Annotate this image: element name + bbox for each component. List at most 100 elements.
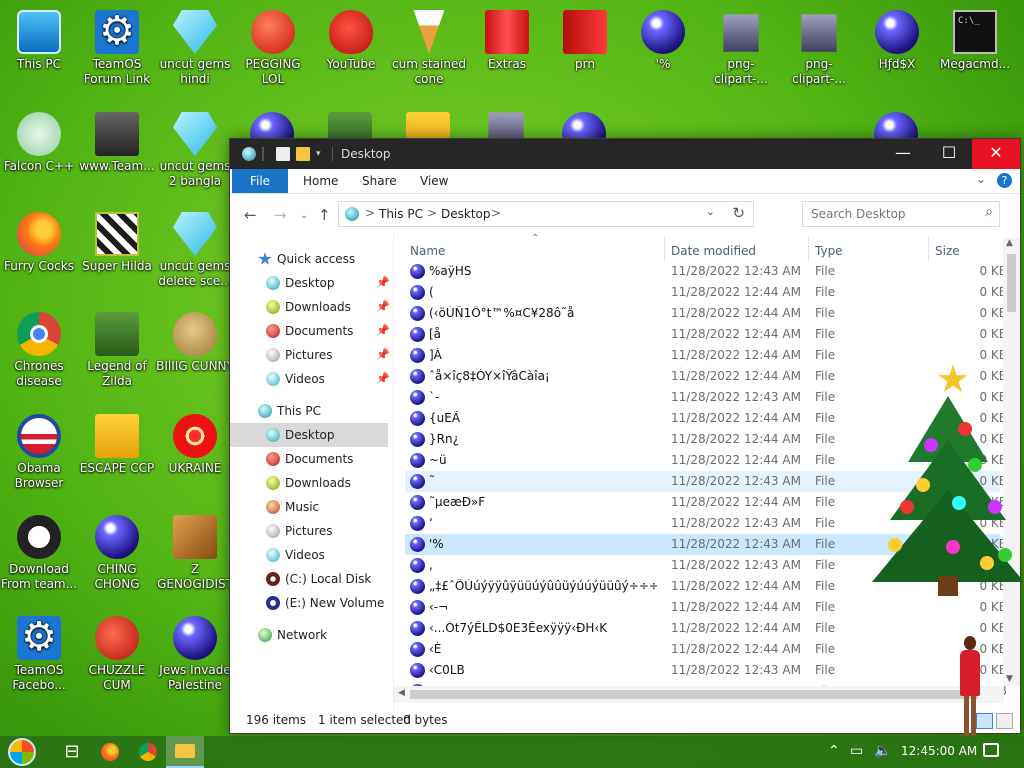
scroll-thumb[interactable] (1007, 254, 1016, 312)
desktop-icon-escape-ccp[interactable]: ESCAPE CCP (78, 414, 156, 476)
file-row[interactable]: (11/28/2022 12:44 AM File 0 KB (405, 282, 1007, 303)
desktop-icon-super-hilda[interactable]: Super Hilda (78, 212, 156, 274)
column-date[interactable]: Date modified (671, 244, 756, 258)
file-row[interactable]: ‹È 11/28/2022 12:44 AM File 0 KB (405, 639, 1007, 660)
desktop-icon-falcon[interactable]: Falcon C++ (0, 112, 78, 174)
desktop-icon-extras[interactable]: Extras (468, 10, 546, 72)
forward-arrow-icon[interactable]: → (274, 206, 287, 224)
close-button[interactable]: ✕ (972, 139, 1020, 169)
tab-home[interactable]: Home (303, 169, 338, 193)
desktop-icon-megacmd[interactable]: Megacmd... (936, 10, 1014, 72)
desktop-icon-pegging[interactable]: PEGGING LOL (234, 10, 312, 87)
nav-pc-documents[interactable]: Documents (230, 447, 390, 471)
desktop-icon-png-clipart-2[interactable]: png-clipart-... (780, 10, 858, 87)
desktop-icon-obama-browser[interactable]: Obama Browser (0, 414, 78, 491)
nav-qa-documents[interactable]: Documents 📌 (230, 319, 390, 343)
column-size[interactable]: Size (935, 244, 960, 258)
desktop-icon-chuzzle[interactable]: CHUZZLE CUM (78, 616, 156, 693)
breadcrumb-separator[interactable]: > (365, 206, 375, 220)
desktop-icon-ukraine[interactable]: UKRAINE (156, 414, 234, 476)
desktop-icon-percent[interactable]: '% (624, 10, 702, 72)
file-row[interactable]: ‹...Òt7ýÊLD$0E3Êexÿÿÿ‹ÐH‹K 11/28/2022 12:… (405, 618, 1007, 639)
desktop-icon-cone[interactable]: cum stained cone (390, 10, 468, 87)
task-view-icon[interactable]: ⊟ (60, 740, 84, 764)
scroll-down-icon[interactable]: ▼ (1006, 674, 1013, 684)
help-button[interactable]: ? (997, 173, 1012, 188)
chevron-down-icon[interactable]: ⌄ (706, 205, 715, 218)
nav-this-pc[interactable]: This PC (230, 399, 390, 423)
nav-qa-pictures[interactable]: Pictures 📌 (230, 343, 390, 367)
chevron-down-icon[interactable]: ▾ (316, 149, 330, 163)
desktop-icon-hfdsx[interactable]: Hƒd$X (858, 10, 936, 72)
breadcrumb-separator[interactable]: > (427, 206, 437, 220)
nav-pc-desktop[interactable]: Desktop (230, 423, 388, 447)
minimize-button[interactable]: — (880, 139, 926, 169)
desktop-icon-uncut-gems-delete[interactable]: uncut gems delete sce... (156, 212, 234, 289)
refresh-icon[interactable]: ↻ (732, 204, 745, 222)
nav-pc-videos[interactable]: Videos (230, 543, 390, 567)
large-icons-view-icon[interactable] (996, 713, 1013, 729)
nav-pc-music[interactable]: Music (230, 495, 390, 519)
file-row[interactable]: ‹C0LB 11/28/2022 12:43 AM File 0 KB (405, 660, 1007, 681)
clock[interactable]: 12:45:00 AM (901, 744, 977, 758)
desktop-icon-ching-chong[interactable]: CHING CHONG (78, 515, 156, 592)
file-row[interactable]: %aÿHS 11/28/2022 12:43 AM File 0 KB (405, 261, 1007, 282)
firefox-icon[interactable] (101, 743, 119, 761)
nav-qa-desktop[interactable]: Desktop 📌 (230, 271, 390, 295)
desktop-icon-png-clipart-1[interactable]: png-clipart-... (702, 10, 780, 87)
breadcrumb-desktop[interactable]: Desktop (441, 207, 491, 221)
file-row[interactable]: [å 11/28/2022 12:44 AM File 0 KB (405, 324, 1007, 345)
title-bar[interactable]: ▾ Desktop — ☐ ✕ (230, 139, 1020, 169)
properties-icon[interactable] (276, 147, 290, 161)
scroll-left-icon[interactable]: ◀ (398, 688, 405, 698)
nav-pc-local-disk[interactable]: (C:) Local Disk (230, 567, 390, 591)
network-icon[interactable]: ▭ (850, 743, 863, 759)
notifications-icon[interactable] (983, 743, 999, 757)
desktop-icon-www-team[interactable]: www.Team... (78, 112, 156, 174)
breadcrumb-this-pc[interactable]: This PC (379, 207, 423, 221)
new-folder-icon[interactable] (296, 147, 310, 161)
scroll-thumb[interactable] (410, 690, 978, 699)
file-explorer-taskbar-button[interactable] (166, 736, 204, 768)
tab-file[interactable]: File (232, 169, 288, 193)
column-type[interactable]: Type (815, 244, 843, 258)
nav-pc-downloads[interactable]: Downloads (230, 471, 390, 495)
volume-icon[interactable]: 🔈 (874, 743, 891, 759)
tab-view[interactable]: View (420, 169, 448, 193)
tab-share[interactable]: Share (362, 169, 397, 193)
desktop-icon-this-pc[interactable]: This PC (0, 10, 78, 72)
file-row[interactable]: ‹-¬ 11/28/2022 12:44 AM File 0 KB (405, 597, 1007, 618)
expand-ribbon-icon[interactable]: ⌄ (976, 172, 986, 186)
nav-pc-new-volume[interactable]: (E:) New Volume (230, 591, 390, 615)
desktop-icon-download-team[interactable]: Download From team... (0, 515, 78, 592)
desktop-icon-uncut-gems-2[interactable]: uncut gems 2 bangla (156, 112, 234, 189)
desktop-icon-jews-invade[interactable]: Jews Invade Palestine (156, 616, 234, 693)
file-row[interactable]: (‹öÙÑ1Ô°t™%¤C¥28ô˜å 11/28/2022 12:44 AM Fi… (405, 303, 1007, 324)
scroll-up-icon[interactable]: ▲ (1006, 238, 1013, 248)
maximize-button[interactable]: ☐ (926, 139, 972, 169)
column-divider[interactable] (808, 237, 809, 261)
nav-qa-downloads[interactable]: Downloads 📌 (230, 295, 390, 319)
nav-qa-videos[interactable]: Videos 📌 (230, 367, 390, 391)
desktop-icon-uncut-gems-hindi[interactable]: uncut gems hindi (156, 10, 234, 87)
nav-network[interactable]: Network (230, 623, 390, 647)
start-button[interactable] (8, 738, 36, 766)
desktop-icon-teamos-forum[interactable]: TeamOS Forum Link (78, 8, 156, 87)
desktop-icon-legend-zilda[interactable]: Legend of Zilda (78, 312, 156, 389)
desktop-icon-chrome[interactable]: Chrones disease (0, 312, 78, 389)
back-arrow-icon[interactable]: ← (244, 206, 257, 224)
horizontal-scrollbar[interactable]: ◀ (394, 686, 1004, 703)
desktop-icon-biiiig[interactable]: BIlIIG CUNNY (156, 312, 234, 374)
chrome-icon[interactable] (139, 743, 157, 761)
column-divider[interactable] (928, 237, 929, 261)
column-name[interactable]: Name (410, 244, 445, 258)
desktop-icon-teamos-facebook[interactable]: TeamOS Facebo... (0, 614, 78, 693)
desktop-icon-firefox[interactable]: Furry Cocks (0, 212, 78, 274)
up-arrow-icon[interactable]: ↑ (318, 206, 331, 224)
nav-quick-access[interactable]: Quick access (230, 247, 390, 271)
search-input[interactable]: Search Desktop ⌕ (802, 201, 1000, 227)
desktop-icon-z-genogidist[interactable]: Z GENOGIDIST (156, 515, 234, 592)
breadcrumb-separator[interactable]: > (491, 206, 501, 220)
show-hidden-icons-chevron-up-icon[interactable]: ⌃ (828, 743, 840, 759)
desktop-icon-youtube[interactable]: YouTube (312, 10, 390, 72)
